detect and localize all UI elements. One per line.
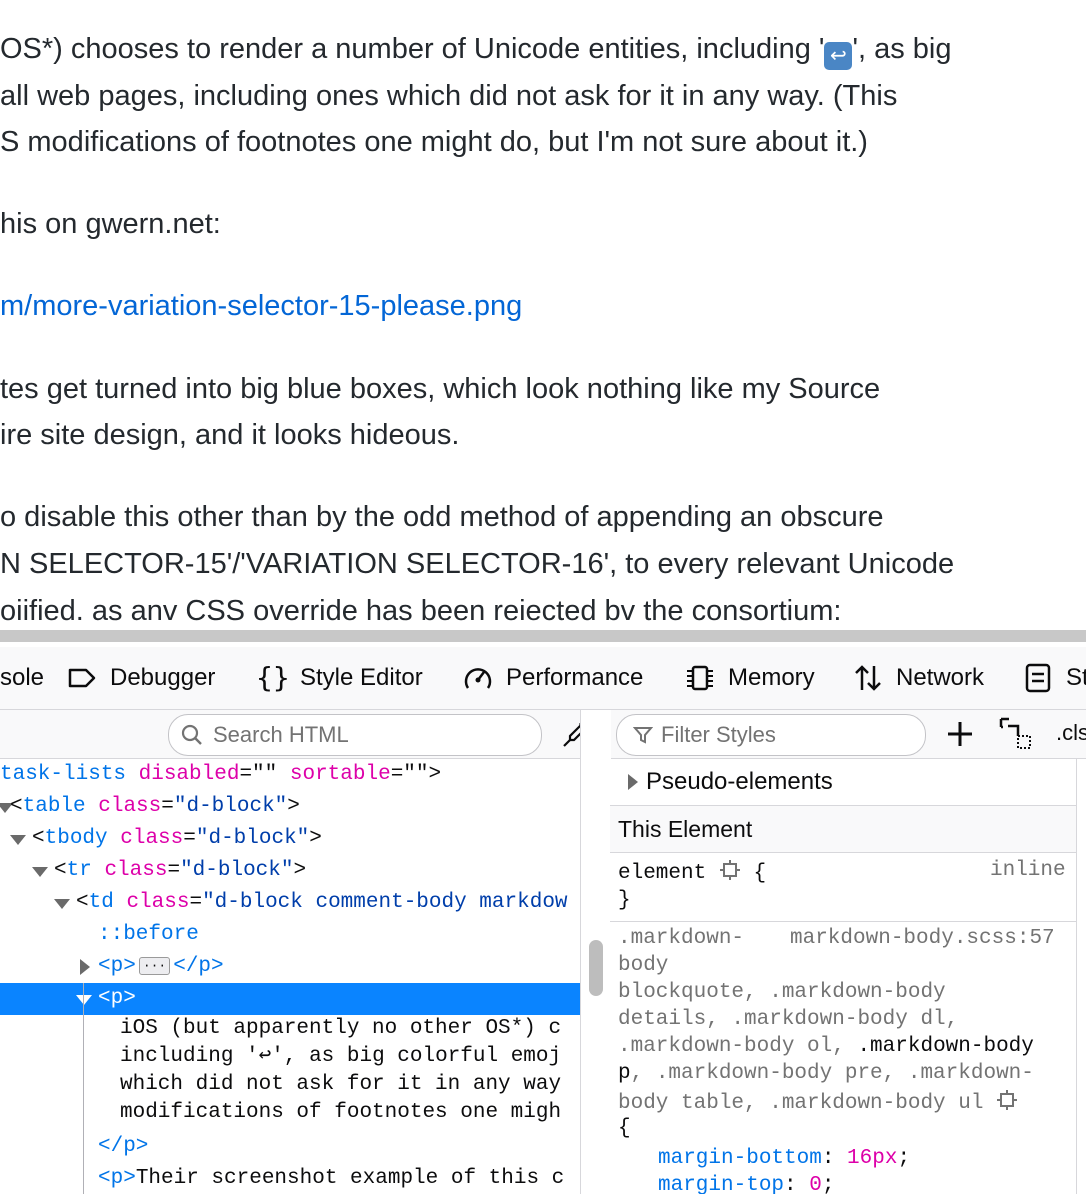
rules-panel[interactable]: Pseudo-elements This Element element { i… — [610, 759, 1086, 1194]
node-highlighter-icon[interactable] — [996, 1089, 1018, 1111]
tab-console[interactable]: sole — [0, 647, 44, 709]
tab-label: Performance — [506, 664, 644, 691]
panel-splitter[interactable] — [580, 710, 611, 1194]
storage-icon — [1025, 663, 1051, 693]
paragraph-line: oiified. as anv CSS override has been re… — [0, 595, 842, 624]
rule-selector[interactable]: p, .markdown-body pre, .markdown- — [618, 1062, 1034, 1085]
ellipsis-badge[interactable]: ··· — [138, 957, 171, 975]
paragraph-line: S modifications of footnotes one might d… — [0, 126, 868, 158]
declaration-margin-bottom[interactable]: margin-bottom: 16px; — [658, 1147, 910, 1170]
tab-label: Debugger — [110, 664, 216, 691]
paragraph-line: tes get turned into big blue boxes, whic… — [0, 373, 881, 405]
markup-text-line: including '↩', as big colorful emoj — [120, 1045, 562, 1068]
declaration-margin-top[interactable]: margin-top: 0; — [658, 1174, 834, 1194]
rule-selector[interactable]: body — [618, 954, 668, 977]
web-page-content: OS*) chooses to render a number of Unico… — [0, 0, 1086, 624]
devtools-toolbar: sole Debugger {} Style Editor Performanc… — [0, 647, 1086, 710]
tab-style-editor[interactable]: {} Style Editor — [256, 647, 423, 709]
tab-network[interactable]: Network — [852, 647, 984, 709]
pseudo-elements-header[interactable]: Pseudo-elements — [610, 759, 1076, 806]
tab-label: Memory — [728, 664, 815, 691]
node-highlighter-icon[interactable] — [719, 859, 741, 881]
markup-pseudo-before[interactable]: ::before — [98, 919, 199, 951]
cls-toggle[interactable]: .cls — [1056, 720, 1086, 746]
indent-guide — [83, 983, 84, 1194]
rule-selector[interactable]: body table, .markdown-body ul — [618, 1089, 1018, 1115]
markup-text-line: modifications of footnotes one migh — [120, 1101, 562, 1124]
inline-source-label: inline — [990, 859, 1066, 882]
devtools-splitter[interactable] — [0, 624, 1086, 647]
markup-text-line: which did not ask for it in any way — [120, 1073, 562, 1096]
pseudo-elements-label: Pseudo-elements — [646, 768, 833, 795]
collapse-twisty-icon[interactable] — [32, 867, 48, 877]
this-element-header: This Element — [610, 806, 1076, 853]
rule-selector[interactable]: details, .markdown-body dl, — [618, 1008, 958, 1031]
markup-panel[interactable]: task-lists disabled="" sortable=""> <tab… — [0, 759, 580, 1194]
devtools-search-row: Search HTML Filter Styles .cls — [0, 710, 1086, 759]
tab-label: St — [1066, 664, 1086, 691]
element-rule-selector[interactable]: element { — [618, 859, 766, 885]
markup-close-p[interactable]: </p> — [98, 1131, 148, 1163]
tab-label: Style Editor — [300, 664, 423, 691]
filter-styles-input[interactable]: Filter Styles — [616, 714, 926, 756]
paragraph-line: ire site design, and it looks hideous. — [0, 419, 460, 451]
expand-twisty-icon[interactable] — [80, 959, 90, 975]
element-rule-close: } — [618, 889, 631, 912]
filter-icon — [633, 727, 653, 744]
rule-selector[interactable]: blockquote, .markdown-body — [618, 981, 946, 1004]
screenshot-link[interactable]: m/more-variation-selector-15-please.png — [0, 289, 522, 323]
tab-debugger[interactable]: Debugger — [66, 647, 215, 709]
style-editor-icon: {} — [256, 661, 290, 694]
search-icon — [181, 724, 202, 745]
return-arrow-emoji: ↩ — [824, 42, 853, 70]
stylesheet-source-link[interactable]: markdown-body.scss:57 — [790, 927, 1055, 950]
performance-icon — [464, 668, 492, 689]
markup-node-p-next[interactable]: <p>Their screenshot example of this c — [98, 1163, 564, 1194]
search-html-input[interactable]: Search HTML — [168, 714, 542, 756]
collapse-twisty-icon[interactable] — [10, 835, 26, 845]
tab-label: Network — [896, 664, 985, 691]
toggle-pseudo-classes-icon[interactable] — [998, 716, 1034, 752]
markup-scrollbar-thumb[interactable] — [589, 940, 603, 996]
markup-text-line: iOS (but apparently no other OS*) c — [120, 1017, 562, 1040]
paragraph-line: N SELECTOR-15'/'VARIATION SELECTOR-16', … — [0, 548, 955, 580]
this-element-label: This Element — [618, 816, 753, 842]
tab-storage[interactable]: St — [1022, 647, 1086, 709]
tab-label: sole — [0, 664, 45, 691]
rule-selector[interactable]: .markdown- — [618, 927, 744, 950]
rules-scrollbar[interactable] — [1076, 759, 1086, 1194]
network-icon — [855, 665, 881, 691]
expand-twisty-icon[interactable] — [628, 774, 638, 790]
markup-node-p-selected[interactable]: <p> — [0, 983, 580, 1015]
debugger-icon — [68, 668, 96, 688]
paragraph-line: all web pages, including ones which did … — [0, 80, 898, 112]
rule-open-brace: { — [618, 1117, 631, 1140]
collapse-twisty-icon[interactable] — [76, 995, 92, 1005]
rule-selector[interactable]: .markdown-body ol, .markdown-body — [618, 1035, 1034, 1058]
paragraph-line: OS*) chooses to render a number of Unico… — [0, 32, 951, 70]
memory-icon — [687, 665, 713, 691]
collapse-twisty-icon[interactable] — [54, 899, 70, 909]
tab-performance[interactable]: Performance — [462, 647, 643, 709]
paragraph-line: o disable this other than by the odd met… — [0, 501, 884, 533]
add-rule-icon[interactable] — [944, 718, 976, 750]
search-placeholder: Search HTML — [213, 722, 349, 747]
markup-node-line[interactable]: task-lists disabled="" sortable=""> — [0, 759, 441, 791]
tab-memory[interactable]: Memory — [684, 647, 815, 709]
paragraph-line: his on gwern.net: — [0, 208, 221, 240]
filter-placeholder: Filter Styles — [661, 722, 776, 747]
